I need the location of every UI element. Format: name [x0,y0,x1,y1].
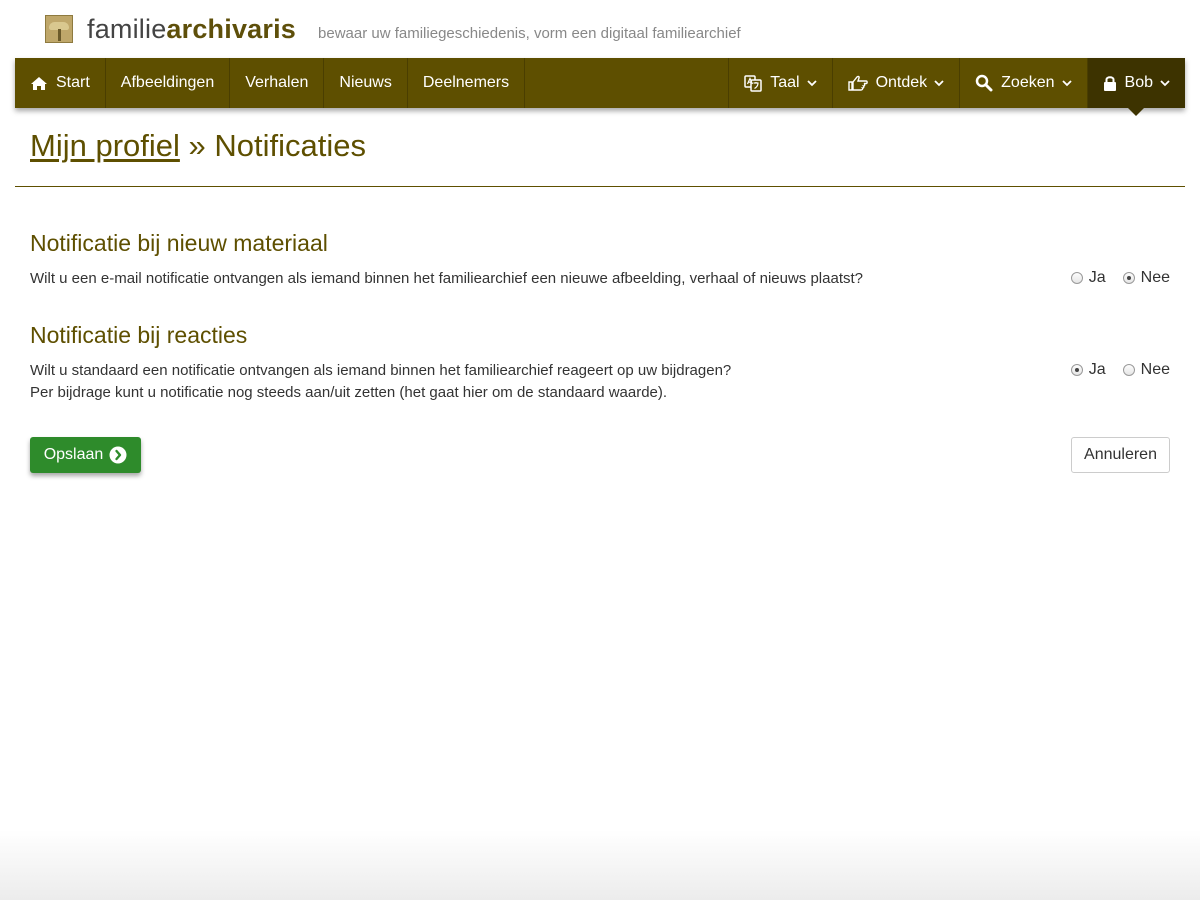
nav-nieuws-label: Nieuws [339,74,392,91]
radio-reactions-ja[interactable]: Ja [1070,361,1106,379]
nav-nieuws[interactable]: Nieuws [324,58,408,108]
page-title-text: Notificaties [214,128,366,163]
nav-deelnemers-label: Deelnemers [422,74,510,91]
radio-new-material-nee[interactable]: Nee [1122,269,1170,287]
title-divider [15,186,1185,187]
section-text-line: Wilt u een e-mail notificatie ontvangen … [30,270,864,287]
chevron-down-icon [806,79,817,87]
section-text-reactions: Wilt u standaard een notificatie ontvang… [30,360,731,404]
tree-logo-icon[interactable] [45,15,73,43]
radio-button-checked[interactable] [1070,364,1083,376]
chevron-circle-right-icon [109,446,127,464]
nav-ontdek-label: Ontdek [875,74,928,91]
nav-afbeeldingen[interactable]: Afbeeldingen [106,58,231,108]
radio-group-new-material: Ja Nee [1054,269,1170,287]
nav-verhalen-label: Verhalen [245,74,309,91]
radio-label: Nee [1140,361,1170,378]
site-brand[interactable]: familiearchivaris [87,14,296,45]
navbar-left: Start Afbeeldingen Verhalen Nieuws Deeln… [15,58,526,108]
site-header: familiearchivaris bewaar uw familiegesch… [45,12,741,46]
navbar-right: Taal Ontdek Zoeken Bob [728,58,1185,116]
home-icon [30,76,48,91]
nav-deelnemers[interactable]: Deelnemers [408,58,526,108]
breadcrumb-mijn-profiel-link[interactable]: Mijn profiel [30,128,180,163]
hand-point-icon [847,75,868,91]
radio-button[interactable] [1070,272,1083,284]
radio-new-material-ja[interactable]: Ja [1070,269,1106,287]
radio-reactions-nee[interactable]: Nee [1122,361,1170,379]
chevron-down-icon [1061,79,1072,87]
nav-start-label: Start [56,74,90,91]
nav-zoeken-dropdown[interactable]: Zoeken [959,58,1086,108]
breadcrumb-separator: » [188,128,206,163]
site-tagline: bewaar uw familiegeschiedenis, vorm een … [318,24,741,42]
nav-user-label: Bob [1124,74,1153,91]
nav-afbeeldingen-label: Afbeeldingen [120,74,215,91]
radio-label: Ja [1088,361,1106,378]
brand-bold: archivaris [166,13,297,44]
cancel-button-label: Annuleren [1084,446,1157,463]
nav-verhalen[interactable]: Verhalen [230,58,325,108]
nav-user-dropdown[interactable]: Bob [1086,58,1185,116]
page-title: Mijn profiel » Notificaties [30,128,366,164]
nav-zoeken-label: Zoeken [1001,74,1055,91]
radio-button-checked[interactable] [1122,272,1135,284]
section-heading-reactions: Notificatie bij reacties [30,322,248,348]
section-text-line: Wilt u standaard een notificatie ontvang… [30,362,732,379]
section-text-new-material: Wilt u een e-mail notificatie ontvangen … [30,268,863,290]
brand-light: familie [87,13,167,44]
translate-icon [744,74,762,92]
search-icon [975,74,993,92]
radio-label: Ja [1088,269,1106,286]
radio-label: Nee [1140,269,1170,286]
chevron-down-icon [934,79,944,87]
save-button[interactable]: Opslaan [30,437,141,473]
lock-icon [1103,75,1117,91]
nav-start[interactable]: Start [15,58,106,108]
nav-taal-label: Taal [770,74,800,91]
radio-button[interactable] [1122,364,1135,376]
nav-taal-dropdown[interactable]: Taal [728,58,831,108]
radio-group-reactions: Ja Nee [1054,361,1170,379]
save-button-label: Opslaan [43,446,104,463]
cancel-button[interactable]: Annuleren [1071,437,1170,473]
section-text-line: Per bijdrage kunt u notificatie nog stee… [30,384,668,401]
nav-ontdek-dropdown[interactable]: Ontdek [831,58,960,108]
section-heading-new-material: Notificatie bij nieuw materiaal [30,230,328,256]
main-navbar: Start Afbeeldingen Verhalen Nieuws Deeln… [15,58,1185,116]
chevron-down-icon [1160,79,1170,87]
